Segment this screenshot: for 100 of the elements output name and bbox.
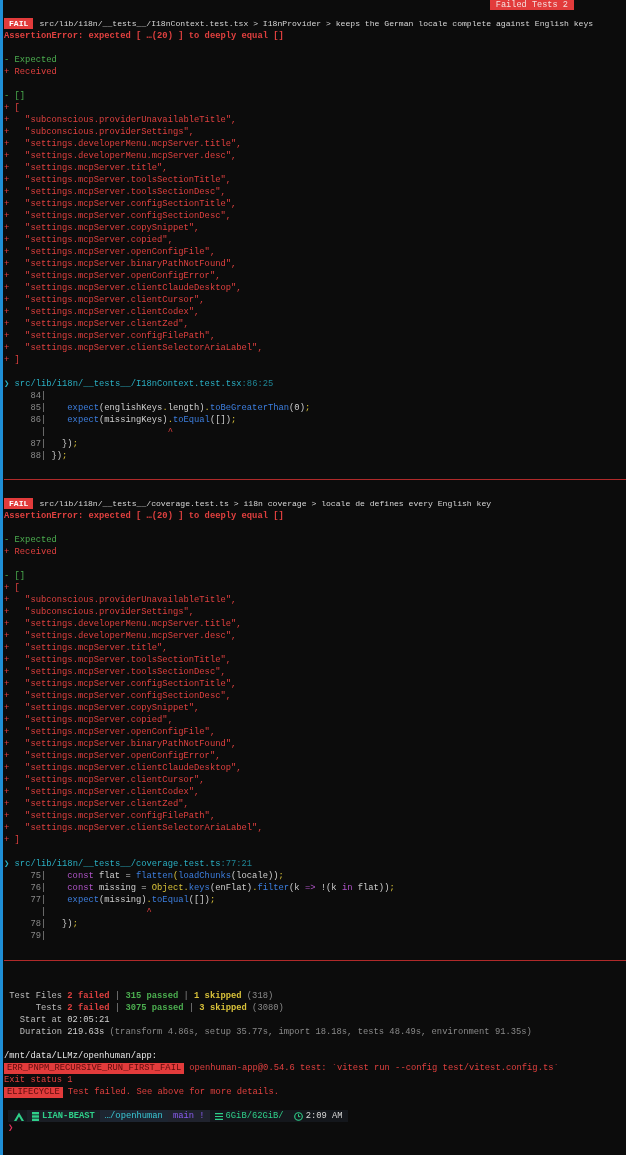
line-number: 86| [29, 414, 47, 426]
diff-line: + "settings.mcpServer.title", [4, 642, 169, 654]
line-number: | [39, 426, 47, 438]
diff-line: + "settings.mcpServer.openConfigError", [4, 270, 222, 282]
diff-line: + "settings.mcpServer.copied", [4, 234, 174, 246]
diff-line: + "settings.mcpServer.openConfigFile", [4, 726, 217, 738]
diff-line: + "settings.mcpServer.copied", [4, 714, 174, 726]
diff-legend: - Expected [4, 54, 626, 66]
diff-line: + "settings.mcpServer.binaryPathNotFound", [4, 258, 238, 270]
diff-line: + "settings.mcpServer.configSectionTitle", [4, 198, 238, 210]
test-title: src/lib/i18n/__tests__/I18nContext.test.tsx > I18nProvider > keeps the German locale complete against English keys [39, 19, 594, 28]
diff-line: + "settings.mcpServer.clientCodex", [4, 786, 201, 798]
code-line: expect(englishKeys.length).toBeGreaterThan(0); [66, 403, 311, 413]
diff-line: + "settings.mcpServer.clientSelectorAriaLabel", [4, 822, 264, 834]
diff-line: + "settings.mcpServer.clientSelectorAriaLabel", [4, 342, 264, 354]
diff-line: + ] [4, 354, 21, 366]
summary-value: 02:05:21 [67, 1015, 110, 1025]
diff-line: + "settings.mcpServer.toolsSectionTitle", [4, 654, 232, 666]
diff-line: + "settings.mcpServer.openConfigError", [4, 750, 222, 762]
code-line: }); [61, 919, 78, 929]
test-title: src/lib/i18n/__tests__/coverage.test.ts > i18n coverage > locale de defines every English key [39, 499, 492, 508]
code-line: }); [61, 439, 78, 449]
diff-line: + "settings.mcpServer.toolsSectionDesc", [4, 666, 227, 678]
diff-legend: - Expected [4, 534, 626, 546]
clock-icon [293, 1111, 303, 1121]
diff-line: + "settings.mcpServer.title", [4, 162, 169, 174]
summary-label: Tests [34, 1002, 63, 1014]
diff-line: + "settings.mcpServer.clientZed", [4, 318, 190, 330]
diff-line: + "subconscious.providerUnavailableTitle", [4, 114, 238, 126]
diff-line: + "settings.mcpServer.openConfigFile", [4, 246, 217, 258]
summary-value: 2 failed | 315 passed | 1 skipped (318) [67, 991, 274, 1001]
diff-line: + "settings.mcpServer.clientCursor", [4, 294, 206, 306]
summary-label: Start at [18, 1014, 63, 1026]
error-badge: ERR_PNPM_RECURSIVE_RUN_FIRST_FAIL [4, 1063, 185, 1074]
file-location: ❯ src/lib/i18n/__tests__/coverage.test.ts:77:21 [4, 858, 254, 870]
chevron-up-icon [14, 1112, 24, 1121]
code-line: expect(missing).toEqual([]); [66, 895, 216, 905]
error-text: openhuman-app@0.54.6 test: `vitest run --config test/vitest.config.ts` [189, 1063, 559, 1073]
code-line: expect(missingKeys).toEqual([]); [66, 415, 237, 425]
prompt-segment: …/openhuman [99, 1110, 168, 1122]
error-text: Exit status 1 [4, 1074, 74, 1086]
diff-legend: + Received [4, 546, 626, 558]
diff-line: + "settings.developerMenu.mcpServer.desc", [4, 630, 238, 642]
diff-line: + [ [4, 582, 21, 594]
diff-line: + "settings.mcpServer.copySnippet", [4, 702, 201, 714]
line-number: 79| [29, 930, 47, 942]
error-badge: ELIFECYCLE [4, 1087, 63, 1098]
diff-line: + "settings.mcpServer.binaryPathNotFound", [4, 738, 238, 750]
error-message: AssertionError: expected [ …(20) ] to deeply equal [] [4, 510, 285, 522]
diff-line: + "settings.mcpServer.clientCursor", [4, 774, 206, 786]
server-icon [32, 1111, 39, 1121]
diff-line: + "settings.mcpServer.configFilePath", [4, 810, 217, 822]
prompt-segment: main ! [167, 1110, 210, 1122]
line-number: 77| [29, 894, 47, 906]
prompt-cursor: ❯ [7, 1122, 15, 1134]
code-line: }); [50, 451, 68, 461]
diff-line: + [ [4, 102, 21, 114]
working-directory: /mnt/data/LLMz/openhuman/app: [4, 1050, 159, 1062]
diff-line: + "settings.mcpServer.configSectionTitle", [4, 678, 238, 690]
diff-line: + "settings.developerMenu.mcpServer.title", [4, 138, 243, 150]
diff-line: + "settings.developerMenu.mcpServer.desc", [4, 150, 238, 162]
line-number: 75| [29, 870, 47, 882]
line-number: 84| [29, 390, 47, 402]
diff-line: + "settings.mcpServer.toolsSectionTitle", [4, 174, 232, 186]
diff-line: + "settings.mcpServer.copySnippet", [4, 222, 201, 234]
prompt-segment: LIAN-BEAST [27, 1110, 100, 1122]
code-line: const missing = Object.keys(enFlat).filter(k => !(k in flat)); [66, 883, 395, 893]
diff-line: - [] [4, 90, 27, 102]
diff-line: + "settings.mcpServer.configSectionDesc", [4, 210, 232, 222]
diff-line: + "subconscious.providerSettings", [4, 126, 196, 138]
line-number: 87| [29, 438, 47, 450]
diff-line: + "settings.developerMenu.mcpServer.title", [4, 618, 243, 630]
line-number: 88| [29, 450, 47, 462]
summary-value: 219.63s (transform 4.86s, setup 35.77s, import 18.18s, tests 48.49s, environment 91.35s) [67, 1027, 532, 1037]
fail-badge: FAIL [4, 18, 34, 29]
summary-label: Test Files [8, 990, 63, 1002]
line-number: | [39, 906, 47, 918]
line-number: 76| [29, 882, 47, 894]
line-number: 85| [29, 402, 47, 414]
diff-line: + "settings.mcpServer.clientClaudeDesktop", [4, 762, 243, 774]
diff-line: + "settings.mcpServer.configFilePath", [4, 330, 217, 342]
diff-line: + "subconscious.providerSettings", [4, 606, 196, 618]
diff-line: + "settings.mcpServer.clientClaudeDesktop", [4, 282, 243, 294]
error-caret: ^ [145, 907, 152, 917]
diff-legend: + Received [4, 66, 626, 78]
diff-line: + "settings.mcpServer.clientCodex", [4, 306, 201, 318]
file-location: ❯ src/lib/i18n/__tests__/I18nContext.test.tsx:86:25 [4, 378, 275, 390]
diff-line: + "settings.mcpServer.toolsSectionDesc", [4, 186, 227, 198]
diff-line: + "subconscious.providerUnavailableTitle", [4, 594, 238, 606]
summary-label: Duration [18, 1026, 63, 1038]
diff-line: - [] [4, 570, 27, 582]
error-caret: ^ [166, 427, 173, 437]
error-message: AssertionError: expected [ …(20) ] to deeply equal [] [4, 30, 285, 42]
fail-badge: FAIL [4, 498, 34, 509]
summary-value: 2 failed | 3075 passed | 3 skipped (3080) [67, 1003, 284, 1013]
diff-line: + "settings.mcpServer.clientZed", [4, 798, 190, 810]
line-number: 78| [29, 918, 47, 930]
code-line: const flat = flatten(loadChunks(locale)); [66, 871, 284, 881]
diff-line: + ] [4, 834, 21, 846]
diff-line: + "settings.mcpServer.configSectionDesc", [4, 690, 232, 702]
